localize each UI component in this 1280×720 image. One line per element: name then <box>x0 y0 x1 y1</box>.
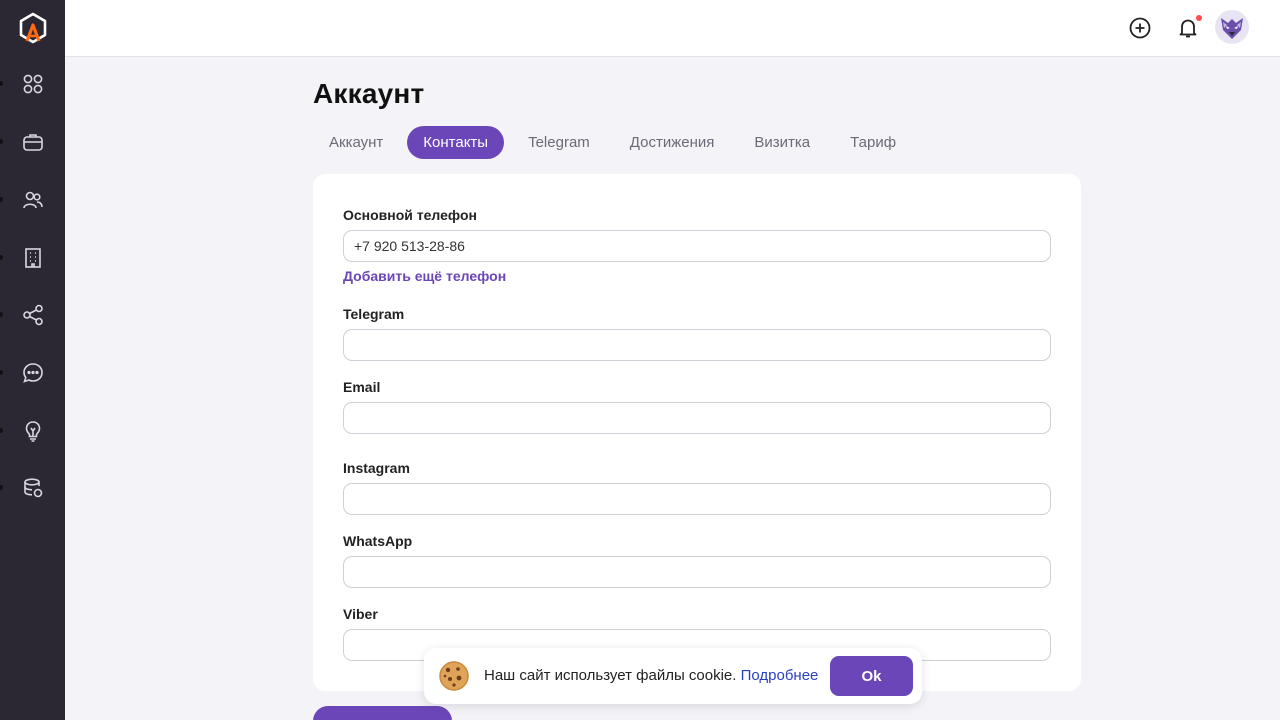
tab-business-card[interactable]: Визитка <box>738 126 826 159</box>
cookie-ok-button[interactable]: Ok <box>830 656 913 696</box>
users-icon <box>22 191 43 209</box>
logo-icon[interactable] <box>18 12 48 44</box>
avatar[interactable] <box>1215 10 1249 44</box>
telegram-input[interactable] <box>343 329 1051 361</box>
sidebar-marker <box>0 312 3 317</box>
grid-icon <box>23 74 42 94</box>
sidebar-item-team[interactable] <box>0 180 65 220</box>
cookie-icon <box>439 661 469 691</box>
share-icon <box>22 304 43 326</box>
save-button[interactable] <box>313 706 452 720</box>
sidebar-item-projects[interactable] <box>0 122 65 162</box>
viber-label: Viber <box>343 606 378 622</box>
lightbulb-icon <box>25 421 40 442</box>
cookie-banner: Наш сайт использует файлы cookie. Подроб… <box>424 648 922 704</box>
whatsapp-input[interactable] <box>343 556 1051 588</box>
sidebar-marker <box>0 428 3 433</box>
building-icon <box>24 248 41 268</box>
email-input[interactable] <box>343 402 1051 434</box>
page-title: Аккаунт <box>313 78 425 109</box>
telegram-label: Telegram <box>343 306 405 322</box>
tab-account[interactable]: Аккаунт <box>313 126 399 159</box>
sidebar-item-messages[interactable] <box>0 353 65 393</box>
sidebar-item-network[interactable] <box>0 295 65 335</box>
instagram-label: Instagram <box>343 460 410 476</box>
contacts-form-card: Основной телефон Добавить ещё телефон Te… <box>313 174 1081 691</box>
phone-label: Основной телефон <box>343 207 478 223</box>
cookie-more-link[interactable]: Подробнее <box>741 667 819 684</box>
chat-icon <box>22 363 43 383</box>
sidebar-marker <box>0 197 3 202</box>
sidebar-item-ideas[interactable] <box>0 411 65 451</box>
briefcase-icon <box>22 134 43 151</box>
sidebar-marker <box>0 139 3 144</box>
whatsapp-label: WhatsApp <box>343 533 413 549</box>
cookie-message: Наш сайт использует файлы cookie. Подроб… <box>484 667 818 684</box>
tab-achievements[interactable]: Достижения <box>614 126 731 159</box>
sidebar-item-company[interactable] <box>0 238 65 278</box>
add-circle-icon[interactable] <box>1128 16 1152 40</box>
add-phone-link[interactable]: Добавить ещё телефон <box>343 268 506 284</box>
sidebar-marker <box>0 485 3 490</box>
notification-badge <box>1196 15 1202 21</box>
phone-input[interactable] <box>343 230 1051 262</box>
tab-bar: Аккаунт Контакты Telegram Достижения Виз… <box>313 126 920 159</box>
topbar <box>65 0 1280 57</box>
wolf-avatar-icon <box>1221 18 1243 39</box>
sidebar-item-dashboard[interactable] <box>0 64 65 104</box>
instagram-input[interactable] <box>343 483 1051 515</box>
database-icon <box>23 478 42 498</box>
sidebar-marker <box>0 370 3 375</box>
sidebar-marker <box>0 255 3 260</box>
tab-tariff[interactable]: Тариф <box>834 126 912 159</box>
email-label: Email <box>343 379 381 395</box>
sidebar-item-data[interactable] <box>0 468 65 508</box>
tab-telegram[interactable]: Telegram <box>512 126 606 159</box>
sidebar <box>0 0 65 720</box>
sidebar-marker <box>0 81 3 86</box>
cookie-text: Наш сайт использует файлы cookie. <box>484 667 737 684</box>
tab-contacts[interactable]: Контакты <box>407 126 505 159</box>
